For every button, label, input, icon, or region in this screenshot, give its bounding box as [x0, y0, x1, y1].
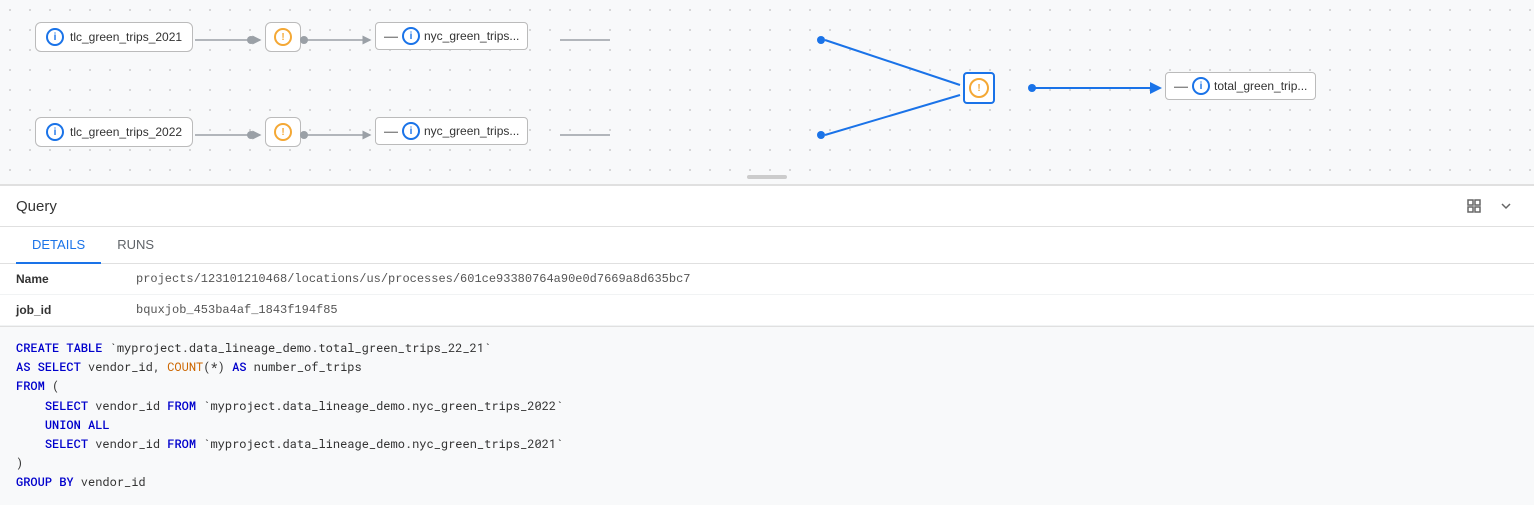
transform-node-2[interactable]: — i nyc_green_trips...: [375, 117, 528, 145]
union-icon: !: [969, 78, 989, 98]
panel-header: Query: [0, 186, 1534, 227]
resize-icon: [1466, 198, 1482, 214]
source-icon-2: i: [46, 123, 64, 141]
connector-dot-2: [300, 36, 308, 44]
code-area: CREATE TABLE `myproject.data_lineage_dem…: [0, 326, 1534, 505]
name-label: Name: [0, 264, 120, 295]
connector-dot-union: [1028, 84, 1036, 92]
connector-dot-4: [300, 131, 308, 139]
output-icon: i: [1192, 77, 1210, 95]
union-node[interactable]: !: [963, 72, 995, 104]
name-value: projects/123101210468/locations/us/proce…: [120, 264, 1534, 295]
detail-row-jobid: job_id bquxjob_453ba4af_1843f194f85: [0, 295, 1534, 326]
code-line-7: ): [16, 454, 1518, 473]
tab-details[interactable]: DETAILS: [16, 227, 101, 264]
detail-row-name: Name projects/123101210468/locations/us/…: [0, 264, 1534, 295]
transform-node-1[interactable]: — i nyc_green_trips...: [375, 22, 528, 50]
code-line-3: FROM (: [16, 377, 1518, 396]
transform-label-1: nyc_green_trips...: [424, 29, 519, 43]
job-id-value: bquxjob_453ba4af_1843f194f85: [120, 295, 1534, 326]
transform-icon-2: i: [402, 122, 420, 140]
code-line-4: SELECT vendor_id FROM `myproject.data_li…: [16, 397, 1518, 416]
panel-title: Query: [16, 198, 57, 215]
output-node[interactable]: — i total_green_trip...: [1165, 72, 1316, 100]
connector-dot-3: [247, 131, 255, 139]
source-node-2[interactable]: i tlc_green_trips_2022: [35, 117, 193, 147]
orange-icon-2: !: [274, 123, 292, 141]
dag-canvas: i tlc_green_trips_2021 ! — i nyc_green_t…: [0, 0, 1534, 185]
panel-actions: [1462, 194, 1518, 218]
source-label-2: tlc_green_trips_2022: [70, 125, 182, 139]
details-table: Name projects/123101210468/locations/us/…: [0, 264, 1534, 326]
code-line-1: CREATE TABLE `myproject.data_lineage_dem…: [16, 339, 1518, 358]
transform-icon-1: i: [402, 27, 420, 45]
code-line-2: AS SELECT vendor_id, COUNT(*) AS number_…: [16, 358, 1518, 377]
drag-handle[interactable]: [747, 175, 787, 179]
tab-runs[interactable]: RUNS: [101, 227, 170, 264]
dash-icon-out: —: [1174, 78, 1188, 94]
connector-dot-1: [247, 36, 255, 44]
source-label-1: tlc_green_trips_2021: [70, 30, 182, 44]
job-id-label: job_id: [0, 295, 120, 326]
code-line-8: GROUP BY vendor_id: [16, 473, 1518, 492]
tabs-bar: DETAILS RUNS: [0, 227, 1534, 264]
orange-node-2[interactable]: !: [265, 117, 301, 147]
source-icon-1: i: [46, 28, 64, 46]
connector-dot-blue-2: [817, 131, 825, 139]
collapse-icon: [1498, 198, 1514, 214]
orange-node-1[interactable]: !: [265, 22, 301, 52]
orange-icon-1: !: [274, 28, 292, 46]
source-node-1[interactable]: i tlc_green_trips_2021: [35, 22, 193, 52]
resize-button[interactable]: [1462, 194, 1486, 218]
collapse-button[interactable]: [1494, 194, 1518, 218]
code-line-6: SELECT vendor_id FROM `myproject.data_li…: [16, 435, 1518, 454]
dash-icon-2: —: [384, 123, 398, 139]
bottom-panel: Query DETAILS RUNS Name pr: [0, 185, 1534, 505]
code-line-5: UNION ALL: [16, 416, 1518, 435]
output-label: total_green_trip...: [1214, 79, 1307, 93]
dash-icon-1: —: [384, 28, 398, 44]
connector-dot-blue-1: [817, 36, 825, 44]
transform-label-2: nyc_green_trips...: [424, 124, 519, 138]
